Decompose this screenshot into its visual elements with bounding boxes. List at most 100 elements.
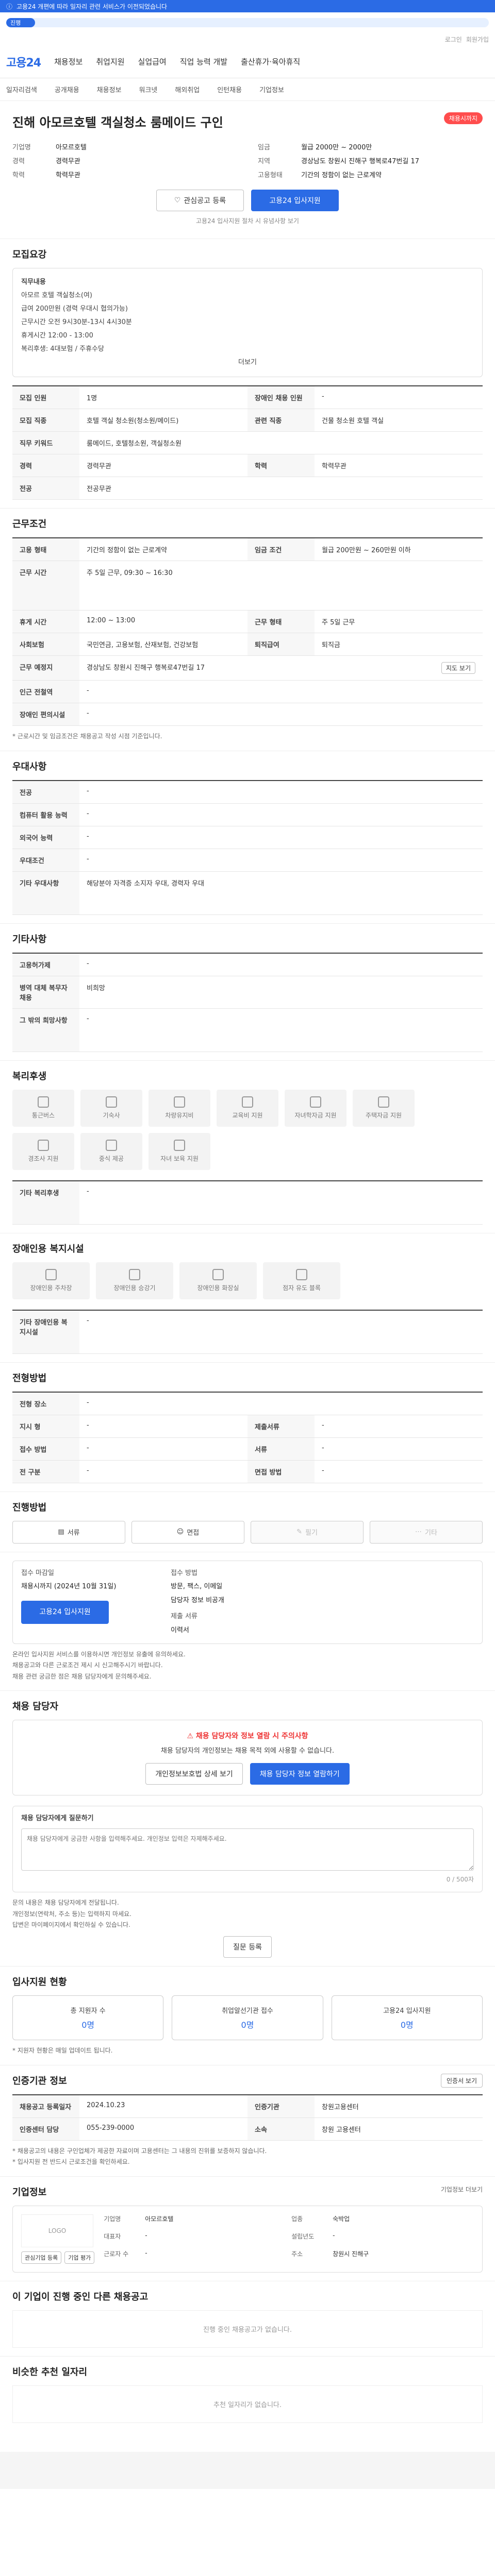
other-section: 기타사항 고용허가제 - 병역 대체 복무자 채용 비희망 그 밖의 희망사항 - <box>0 924 495 1061</box>
table-header: 근무 예정지 <box>12 656 79 680</box>
note-line: 채용 관련 궁금한 점은 채용 담당자에게 문의해주세요. <box>12 1672 152 1680</box>
table-cell: 창원고용센터 <box>322 2103 359 2111</box>
contact-box: 접수 마감일 채용시까지 (2024년 10월 31일) 고용24 입사지원 접… <box>12 1560 483 1644</box>
table-cell: - <box>87 832 89 840</box>
table-cell: - <box>322 1444 324 1452</box>
progress-bar: 진행 <box>6 18 489 27</box>
table-cell: - <box>87 787 89 795</box>
stat-value: 0명 <box>241 2020 254 2030</box>
agency-table: 채용공고 등록일자 2024.10.23 인증기관 창원고용센터 인증센터 담당 055… <box>12 2094 483 2141</box>
table-header: 장애인 채용 인원 <box>248 386 315 409</box>
stage-document: ▤ 서류 <box>12 1520 125 1544</box>
table-cell: - <box>87 809 89 818</box>
subnav-search[interactable]: 일자리검색 <box>6 84 37 94</box>
summary-key: 기업명 <box>12 144 31 151</box>
apply-button[interactable]: 고용24 입사지원 <box>251 190 339 211</box>
table-header: 외국어 능력 <box>12 826 79 849</box>
applicants-section: 입사지원 현황 총 지원자 수 0명 취업알선기관 접수 0명 고용24 입사지원 0… <box>0 1967 495 2065</box>
view-contact-button[interactable]: 채용 담당자 정보 열람하기 <box>250 1763 350 1785</box>
signup-link[interactable]: 회원가입 <box>466 35 489 44</box>
follow-company-button[interactable]: 관심기업 등록 <box>21 2251 62 2264</box>
subnav-overseas[interactable]: 해외취업 <box>175 84 200 94</box>
nav-unemployment[interactable]: 실업급여 <box>138 56 167 67</box>
welfare-label: 주택자금 지원 <box>365 1112 402 1120</box>
facility-item: 장애인용 주차장 <box>12 1262 90 1299</box>
header: 고용24 채용정보 취업지원 실업급여 직업 능력 개발 출산휴가·육아휴직 <box>0 45 495 78</box>
certificate-button[interactable]: 인증서 보기 <box>440 2073 483 2088</box>
table-header: 직무 키워드 <box>12 432 79 454</box>
table-header: 퇴직급여 <box>248 633 315 655</box>
scrap-button[interactable]: ♡ 관심공고 등록 <box>156 190 244 211</box>
nav-training[interactable]: 직업 능력 개발 <box>180 56 227 67</box>
scrap-label: 관심공고 등록 <box>184 197 226 205</box>
prefer-table: 전공 - 컴퓨터 활용 능력 - 외국어 능력 - 우대조건 - 기타 우대사항 해당분야… <box>12 779 483 915</box>
stat-label: 취업알선기관 접수 <box>222 2007 273 2015</box>
disabled-grid: 장애인용 주차장 장애인용 승강기 장애인용 화장실 점자 유도 블록 <box>12 1262 483 1299</box>
recommend-section: 비슷한 추천 일자리 추천 일자리가 없습니다. <box>0 2357 495 2431</box>
apply-notice-text: 고용24 입사지원 절차 시 유념사항 보기 <box>196 217 299 225</box>
login-link[interactable]: 로그인 <box>445 35 462 44</box>
page-root: ⓘ 고용24 개편에 따라 일자리 관련 서비스가 이전되었습니다 진행 로그인… <box>0 0 495 2489</box>
top-banner: ⓘ 고용24 개편에 따라 일자리 관련 서비스가 이전되었습니다 <box>0 0 495 12</box>
note-line: * 입사지원 전 반드시 근로조건을 확인하세요. <box>12 2158 130 2166</box>
subnav-company[interactable]: 기업정보 <box>259 84 284 94</box>
stat-label: 총 지원자 수 <box>70 2007 106 2015</box>
subnav-worknet[interactable]: 워크넷 <box>139 84 158 94</box>
section-title: 인증기관 정보 <box>12 2075 67 2087</box>
table-header: 우대조건 <box>12 849 79 871</box>
rate-company-button[interactable]: 기업 평가 <box>64 2251 95 2264</box>
table-cell: - <box>87 709 89 717</box>
applicants-stats: 총 지원자 수 0명 취업알선기관 접수 0명 고용24 입사지원 0명 <box>12 1995 483 2040</box>
subnav-info[interactable]: 채용정보 <box>97 84 122 94</box>
table-cell: 12:00 ~ 13:00 <box>87 617 136 624</box>
recruit-line: 복리후생: 4대보험 / 주휴수당 <box>21 345 104 353</box>
recruit-section: 모집요강 직무내용 아모르 호텔 객실청소(여) 급여 200만원 (경력 우대… <box>0 239 495 509</box>
education-icon <box>242 1096 253 1108</box>
warn-text: 채용 담당자의 개인정보는 채용 목적 외에 사용할 수 없습니다. <box>160 1747 335 1755</box>
question-box: 채용 담당자에게 질문하기 0 / 500자 <box>12 1806 483 1893</box>
send-question-button[interactable]: 질문 등록 <box>223 1936 272 1958</box>
section-title: 장애인용 복지시설 <box>12 1243 84 1255</box>
table-header: 근무 시간 <box>12 561 79 610</box>
table-cell: 055-239-0000 <box>87 2124 135 2132</box>
info-icon: ⓘ <box>6 3 13 10</box>
table-cell: - <box>322 1466 324 1475</box>
nav-leave[interactable]: 출산휴가·육아휴직 <box>241 56 300 67</box>
subnav-open[interactable]: 공개채용 <box>55 84 79 94</box>
site-logo[interactable]: 고용24 <box>6 54 41 70</box>
table-cell: - <box>322 1421 324 1429</box>
agency-notes: * 채용공고의 내용은 구인업체가 제공한 자료이며 고용센터는 그 내용의 진… <box>12 2146 483 2168</box>
section-title: 전형방법 <box>12 1372 47 1384</box>
contact-apply-button[interactable]: 고용24 입사지원 <box>21 1601 109 1624</box>
table-cell: - <box>87 1444 89 1452</box>
stat-card: 총 지원자 수 0명 <box>12 1995 164 2040</box>
inquiry-section: 채용 담당자 ⚠ 채용 담당자와 정보 열람 시 주의사항 채용 담당자의 개인… <box>0 1691 495 1967</box>
childcare-icon <box>174 1140 185 1151</box>
nav-jobs[interactable]: 채용정보 <box>54 56 82 67</box>
recruit-box: 직무내용 아모르 호텔 객실청소(여) 급여 200만원 (경력 우대시 협의가… <box>12 268 483 377</box>
map-button[interactable]: 지도 보기 <box>441 662 475 674</box>
disabled-section: 장애인용 복지시설 장애인용 주차장 장애인용 승강기 장애인용 화장실 점자 … <box>0 1233 495 1363</box>
company-value: - <box>145 2249 147 2257</box>
more-toggle[interactable]: 더보기 <box>238 359 257 366</box>
table-header: 인증센터 담당 <box>12 2117 79 2140</box>
privacy-button[interactable]: 개인정보보호법 상세 보기 <box>145 1763 243 1785</box>
nav-support[interactable]: 취업지원 <box>96 56 124 67</box>
table-cell: - <box>87 855 89 863</box>
apply-notice[interactable]: 고용24 입사지원 절차 시 유념사항 보기 <box>12 216 483 225</box>
recruit-line: 휴게시간 12:00 - 13:00 <box>21 332 93 340</box>
welfare-label: 중식 제공 <box>99 1155 124 1163</box>
table-cell: 해당분야 자격증 소지자 우대, 경력자 우대 <box>87 879 205 888</box>
table-header: 소속 <box>248 2117 315 2140</box>
question-input[interactable] <box>21 1828 474 1871</box>
table-header: 모집 직종 <box>12 409 79 431</box>
company-info: 기업명 아모르호텔 업종 숙박업 대표자 - 설립년도 - 근로자 수 - 주소 창원시 진해구 <box>104 2214 474 2264</box>
table-header: 제출서류 <box>248 1415 315 1437</box>
company-more-link[interactable]: 기업정보 더보기 <box>441 2185 483 2194</box>
empty-state: 진행 중인 채용공고가 없습니다. <box>12 2310 483 2348</box>
subnav-intern[interactable]: 인턴채용 <box>217 84 242 94</box>
dots-icon: ⋯ <box>415 1528 422 1536</box>
stage-written: ✎ 필기 <box>251 1520 364 1544</box>
job-header: 진해 아모르호텔 객실청소 룸메이드 구인 채용시까지 기업명 아모르호텔 경력 경… <box>0 101 495 239</box>
table-cell: 경력무관 <box>87 463 111 470</box>
